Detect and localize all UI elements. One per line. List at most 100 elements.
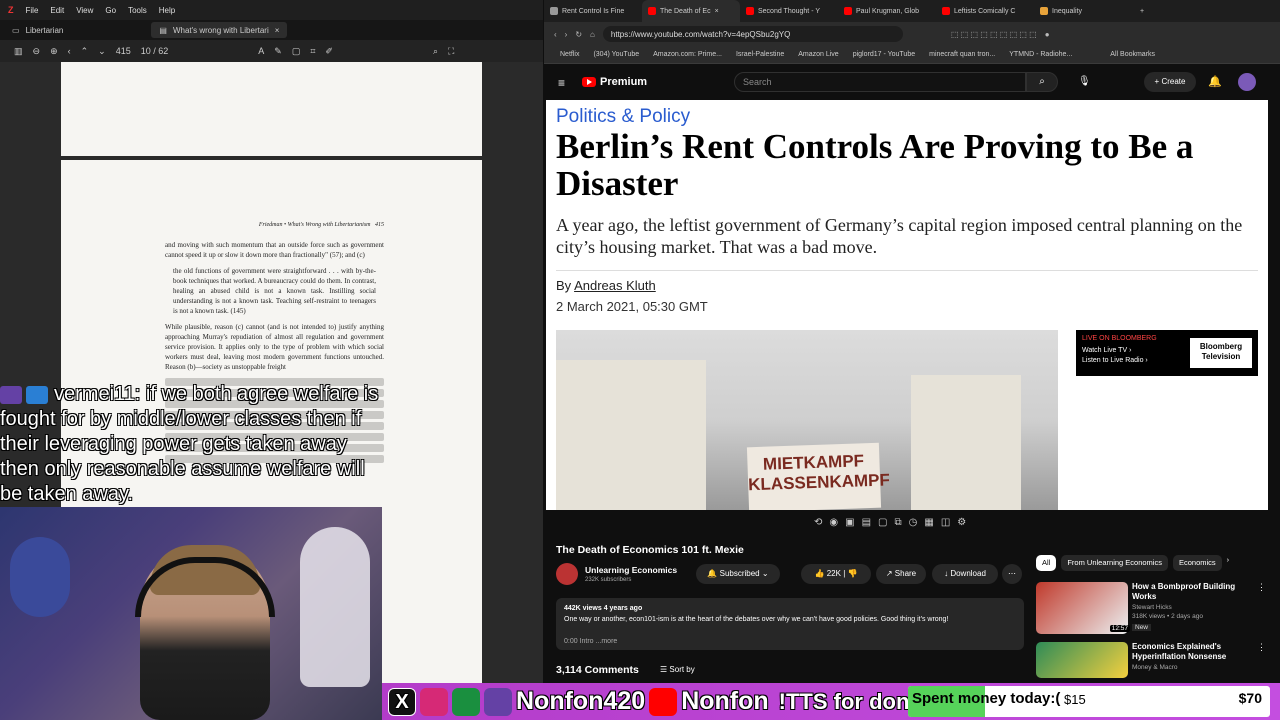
film-icon[interactable]: ▤ — [862, 517, 871, 533]
pdf-tab-library[interactable]: ▭ Libertarian — [4, 22, 71, 38]
page-down-icon[interactable]: ⌄ — [98, 46, 106, 57]
highlight-icon[interactable]: ✎ — [274, 46, 282, 57]
all-bookmarks[interactable]: All Bookmarks — [1110, 51, 1155, 58]
views-line: 442K views 4 years ago — [564, 605, 643, 612]
browser-tab[interactable]: Paul Krugman, Glob — [838, 0, 936, 22]
browser-tab[interactable]: Leftists Comically C — [936, 0, 1034, 22]
close-icon[interactable]: × — [715, 8, 719, 15]
search-icon[interactable]: ⌕ — [433, 46, 438, 57]
text-tool-icon[interactable]: A — [258, 46, 264, 56]
menu-icon[interactable]: ≡ — [558, 76, 565, 90]
bookmark-item[interactable]: Amazon.com: Prime... — [653, 51, 722, 58]
bookmark-item[interactable]: YTMND - Radiohe... — [1009, 51, 1072, 58]
chip-all[interactable]: All — [1036, 555, 1057, 571]
select-icon[interactable]: ⌗ — [310, 46, 315, 57]
bookmark-item[interactable]: Israel-Palestine — [736, 51, 784, 58]
pdf-tab-label: What's wrong with Libertari — [172, 25, 269, 35]
browser-tab[interactable]: Rent Control Is Fine — [544, 0, 642, 22]
microphone-icon[interactable]: 🎙 — [1078, 76, 1091, 87]
loop-icon[interactable]: ⟲ — [814, 517, 822, 533]
pip-icon[interactable]: ⧉ — [894, 517, 901, 533]
bookmark-item[interactable]: piglord17 - YouTube — [853, 51, 915, 58]
chip-channel[interactable]: From Unlearning Economics — [1061, 555, 1168, 571]
more-vert-icon[interactable]: ⋮ — [1257, 642, 1266, 653]
zoom-in-icon[interactable]: ⊕ — [50, 46, 58, 57]
menu-go[interactable]: Go — [105, 6, 116, 15]
menu-edit[interactable]: Edit — [50, 6, 64, 15]
youtube-icon — [942, 7, 950, 15]
description-box[interactable]: 442K views 4 years ago One way or anothe… — [556, 598, 1024, 650]
chevron-right-icon[interactable]: › — [1227, 555, 1230, 571]
speed-icon[interactable]: ◷ — [909, 517, 918, 533]
article-kicker: Politics & Policy — [556, 106, 691, 127]
block-quote: the old functions of government were str… — [173, 267, 376, 315]
subscribed-label: Subscribed — [719, 569, 760, 578]
share-button[interactable]: ↗ Share — [876, 564, 926, 584]
sort-by-button[interactable]: ☰ Sort by — [660, 665, 695, 674]
reload-icon[interactable]: ↻ — [575, 30, 582, 39]
close-icon[interactable]: × — [275, 26, 280, 35]
browser-tab[interactable]: Second Thought - Y — [740, 0, 838, 22]
bell-icon[interactable]: 🔔 — [1208, 75, 1222, 88]
back-arrow-icon[interactable]: ‹ — [554, 30, 557, 39]
create-button[interactable]: + Create — [1144, 72, 1196, 92]
pdf-tab-document[interactable]: ▤ What's wrong with Libertari × — [151, 22, 288, 38]
url-input[interactable]: https://www.youtube.com/watch?v=4epQSbu2… — [602, 26, 903, 42]
back-icon[interactable]: ‹ — [68, 46, 71, 56]
page-up-icon[interactable]: ⌃ — [81, 46, 89, 57]
browser-tab-active[interactable]: The Death of Ec × — [642, 0, 740, 22]
screenshot-icon[interactable]: ◫ — [941, 517, 950, 533]
like-button[interactable]: 👍 22K | 👎 — [801, 564, 871, 584]
note-icon[interactable]: ▢ — [292, 46, 301, 57]
menu-view[interactable]: View — [76, 6, 93, 15]
bookmark-item[interactable]: minecraft quan tron... — [929, 51, 995, 58]
menu-help[interactable]: Help — [159, 6, 175, 15]
audio-icon[interactable]: ◉ — [829, 517, 838, 533]
thumb-up-icon: 👍 — [814, 569, 825, 578]
chapters-icon[interactable]: ▦ — [924, 517, 933, 533]
bookmark-item[interactable]: (304) YouTube — [593, 51, 639, 58]
download-icon: ↓ — [944, 569, 949, 578]
bookmark-item[interactable]: Netflix — [560, 51, 579, 58]
recommended-video[interactable]: 12:57 How a Bombproof Building Works Ste… — [1036, 582, 1266, 634]
more-icon[interactable]: ⋯ — [1002, 564, 1022, 584]
pdf-tab-label: Libertarian — [25, 25, 64, 35]
extensions-icon[interactable]: ⬚ ⬚ ⬚ ⬚ ⬚ ⬚ ⬚ ⬚ ⬚ — [951, 30, 1037, 39]
recommended-meta: 318K views • 2 days ago — [1132, 613, 1203, 620]
bookmark-item[interactable]: Amazon Live — [798, 51, 838, 58]
profile-icon[interactable]: ● — [1045, 30, 1050, 39]
stream-social-bar: X Nonfon420 Nonfon !TTS for dono link Sp… — [382, 683, 1280, 720]
settings-icon[interactable]: ⚙ — [957, 517, 966, 533]
download-button[interactable]: ↓ Download — [932, 564, 998, 584]
article-date: 2 March 2021, 05:30 GMT — [556, 299, 708, 314]
forward-arrow-icon[interactable]: › — [565, 30, 568, 39]
menu-file[interactable]: File — [26, 6, 39, 15]
bloomberg-live-box: LIVE ON BLOOMBERG Watch Live TV › Listen… — [1076, 330, 1258, 376]
menu-tools[interactable]: Tools — [128, 6, 147, 15]
fullscreen-icon[interactable]: ⛶ — [448, 46, 454, 57]
channel-avatar[interactable] — [556, 563, 578, 585]
donation-goal: Spent money today:( $15 $70 — [908, 686, 1270, 717]
draw-icon[interactable]: ✐ — [325, 46, 333, 57]
chip-economics[interactable]: Economics — [1172, 555, 1222, 571]
social-handle: Nonfon420 — [516, 687, 646, 715]
new-tab-icon[interactable]: + — [1140, 8, 1144, 15]
subtitles-icon[interactable]: ▣ — [845, 517, 854, 533]
home-icon[interactable]: ⌂ — [590, 30, 595, 39]
channel-name[interactable]: Unlearning Economics — [585, 565, 677, 575]
subscribed-button[interactable]: 🔔 Subscribed ⌄ — [696, 564, 780, 584]
description-more[interactable]: 0:00 Intro ...more — [564, 636, 1016, 647]
video-player[interactable]: Politics & Policy Berlin’s Rent Controls… — [546, 100, 1268, 510]
avatar[interactable] — [1238, 73, 1256, 91]
bell-icon: 🔔 — [707, 569, 718, 578]
search-icon[interactable]: ⌕ — [1026, 72, 1058, 92]
sidebar-toggle-icon[interactable]: ▥ — [14, 46, 23, 57]
more-vert-icon[interactable]: ⋮ — [1257, 582, 1266, 593]
miniplayer-icon[interactable]: ▢ — [878, 517, 887, 533]
zoom-out-icon[interactable]: ⊖ — [33, 46, 41, 57]
search-input[interactable]: Search — [734, 72, 1026, 92]
browser-tab[interactable]: Inequality — [1034, 0, 1132, 22]
youtube-logo[interactable]: Premium — [582, 76, 647, 88]
page-number-input[interactable]: 415 — [116, 46, 131, 56]
tab-label: Paul Krugman, Glob — [856, 7, 920, 15]
